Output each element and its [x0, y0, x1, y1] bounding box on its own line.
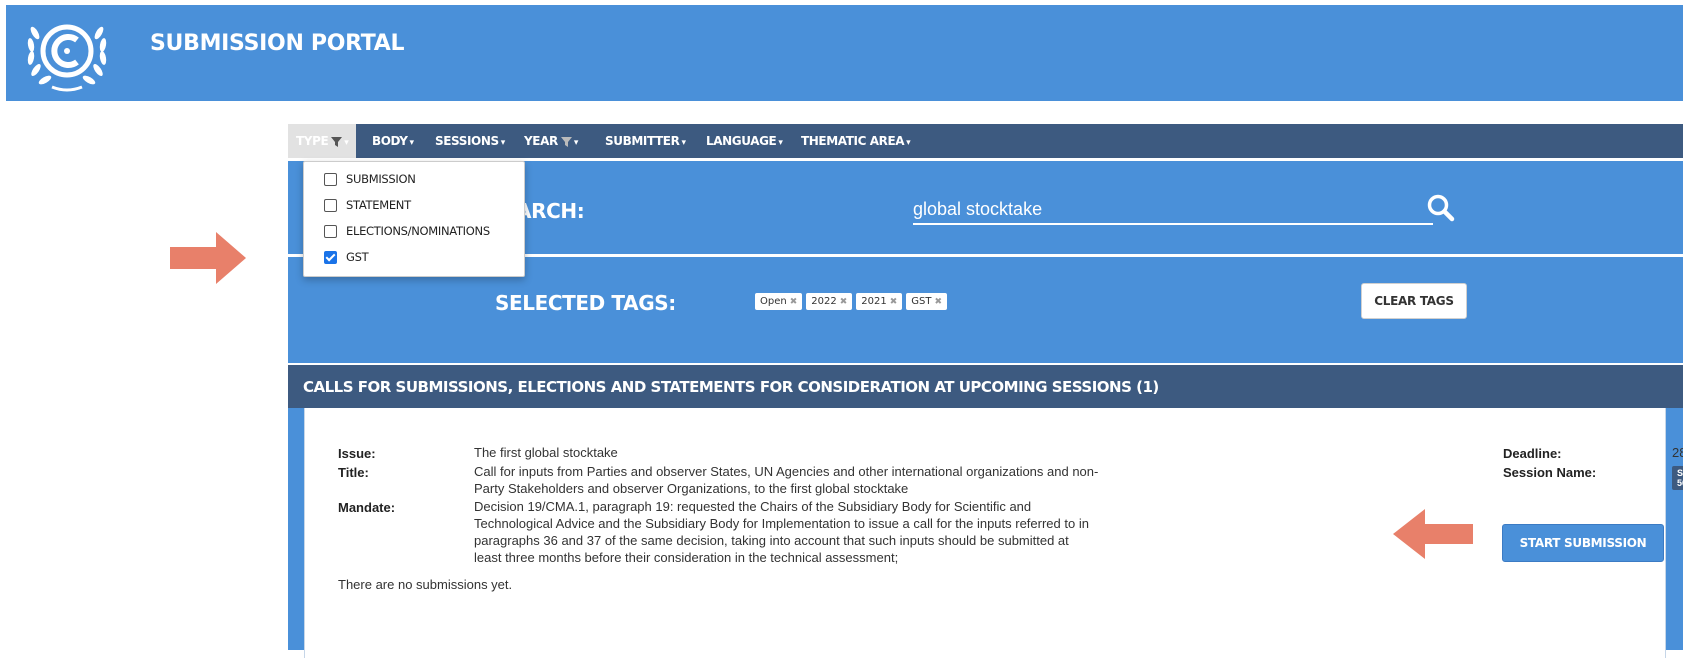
funnel-icon [331, 136, 343, 147]
arrow-right-icon [170, 232, 246, 284]
tag-label: 2021 [861, 296, 887, 307]
mandate-line-3: paragraphs 36 and 37 of the same decisio… [474, 533, 1069, 548]
mandate-line-1: Decision 19/CMA.1, paragraph 19: request… [474, 499, 1032, 514]
nav-type-filter[interactable]: TYPE ▾ [288, 124, 357, 158]
deadline-label: Deadline: [1503, 446, 1562, 461]
search-label: ARCH: [516, 199, 585, 223]
search-icon[interactable] [1426, 193, 1456, 223]
nav-body-label: BODY [372, 134, 408, 148]
nav-sessions-filter[interactable]: SESSIONS ▾ [435, 124, 505, 158]
tag-open: Open ✖ [755, 293, 803, 310]
title-line-1: Call for inputs from Parties and observe… [474, 464, 1099, 479]
nav-submitter-label: SUBMITTER [605, 134, 680, 148]
chevron-down-icon: ▾ [778, 138, 783, 148]
deadline-value: 28/02/2022 [1672, 445, 1683, 460]
calls-section-body: Issue: The first global stocktake Title:… [288, 408, 1683, 658]
nav-sessions-label: SESSIONS [435, 134, 499, 148]
search-input[interactable] [913, 195, 1433, 225]
chevron-down-icon: ▾ [500, 138, 506, 148]
nav-body-filter[interactable]: BODY ▾ [372, 124, 414, 158]
nav-year-filter[interactable]: YEAR ▾ [524, 124, 578, 158]
tag-label: Open [760, 296, 787, 307]
funnel-icon [560, 136, 572, 147]
nav-thematic-area-filter[interactable]: THEMATIC AREA ▾ [801, 124, 911, 158]
remove-tag-icon[interactable]: ✖ [890, 297, 898, 307]
nav-thematic-area-label: THEMATIC AREA [801, 134, 905, 148]
nav-language-label: LANGUAGE [706, 134, 777, 148]
portal-header: SUBMISSION PORTAL [6, 5, 1683, 101]
remove-tag-icon[interactable]: ✖ [840, 297, 848, 307]
mandate-label: Mandate: [338, 500, 396, 515]
start-submission-button[interactable]: START SUBMISSION [1502, 524, 1664, 562]
no-submissions-note: There are no submissions yet. [338, 577, 513, 592]
option-statement-label: STATEMENT [346, 198, 411, 212]
calls-section-title: CALLS FOR SUBMISSIONS, ELECTIONS AND STA… [303, 378, 1159, 396]
arrow-left-icon [1393, 509, 1473, 559]
checkbox-elections-nominations[interactable] [324, 224, 337, 238]
mandate-line-4: least three months before their consider… [474, 550, 899, 565]
option-gst[interactable]: GST [324, 247, 369, 267]
option-elections-nominations-label: ELECTIONS/NOMINATIONS [346, 224, 490, 238]
session-badge: SB 56 [1672, 466, 1683, 490]
checkbox-gst-checked[interactable] [324, 250, 337, 264]
calls-section-header: CALLS FOR SUBMISSIONS, ELECTIONS AND STA… [288, 365, 1683, 408]
remove-tag-icon[interactable]: ✖ [790, 297, 798, 307]
nav-year-label: YEAR [524, 134, 558, 148]
mandate-line-2: Technological Advice and the Subsidiary … [474, 516, 1089, 531]
issue-label: Issue: [338, 446, 376, 461]
chevron-down-icon: ▾ [344, 138, 349, 148]
option-submission[interactable]: SUBMISSION [324, 169, 416, 189]
remove-tag-icon[interactable]: ✖ [934, 297, 942, 307]
filter-navbar: TYPE ▾ BODY ▾ SESSIONS ▾ YEAR ▾ SUBMITTER ▾ L… [288, 124, 1683, 158]
checkbox-submission[interactable] [324, 172, 337, 186]
session-name-label: Session Name: [1503, 465, 1597, 480]
title-line-2: Party Stakeholders and observer Organiza… [474, 481, 909, 496]
nav-type-label: TYPE [296, 134, 329, 148]
tag-label: 2022 [811, 296, 837, 307]
clear-tags-button[interactable]: CLEAR TAGS [1361, 283, 1467, 319]
option-gst-label: GST [346, 250, 369, 264]
nav-submitter-filter[interactable]: SUBMITTER ▾ [605, 124, 686, 158]
tag-list: Open ✖ 2022 ✖ 2021 ✖ GST ✖ [755, 293, 948, 310]
option-statement[interactable]: STATEMENT [324, 195, 411, 215]
tag-2022: 2022 ✖ [806, 293, 853, 310]
checkbox-statement[interactable] [324, 198, 337, 212]
unfccc-logo-icon[interactable] [14, 11, 120, 95]
portal-title: SUBMISSION PORTAL [150, 31, 405, 56]
selected-tags-label: SELECTED TAGS: [495, 291, 676, 315]
chevron-down-icon: ▾ [681, 138, 686, 148]
nav-language-filter[interactable]: LANGUAGE ▾ [706, 124, 783, 158]
chevron-down-icon: ▾ [573, 138, 579, 148]
option-submission-label: SUBMISSION [346, 172, 416, 186]
issue-value: The first global stocktake [474, 445, 618, 460]
tag-2021: 2021 ✖ [856, 293, 903, 310]
chevron-down-icon: ▾ [409, 138, 415, 148]
type-filter-dropdown: SUBMISSION STATEMENT ELECTIONS/NOMINATIO… [303, 161, 525, 277]
tag-gst: GST ✖ [906, 293, 948, 310]
chevron-down-icon: ▾ [906, 138, 911, 148]
option-elections-nominations[interactable]: ELECTIONS/NOMINATIONS [324, 221, 490, 241]
title-label: Title: [338, 465, 369, 480]
tag-label: GST [911, 296, 932, 307]
